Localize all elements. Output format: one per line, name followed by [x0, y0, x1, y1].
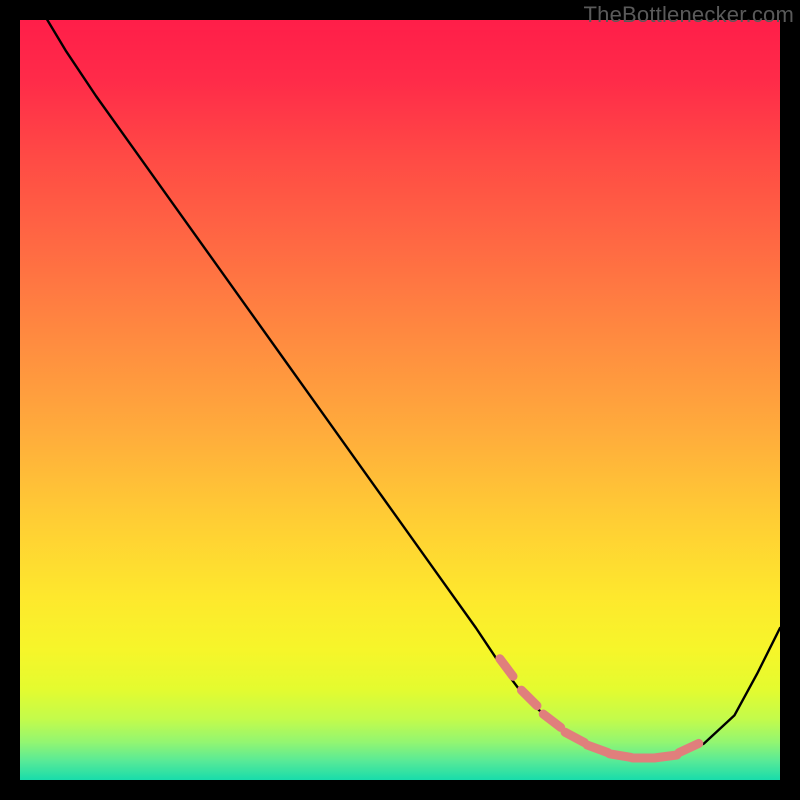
- watermark-text: TheBottlenecker.com: [584, 2, 794, 28]
- marker-dash: [679, 743, 699, 752]
- marker-dash: [521, 690, 537, 706]
- marker-dash: [500, 659, 513, 677]
- plot-area: [20, 20, 780, 780]
- marker-dash: [587, 745, 608, 753]
- optimal-range-markers: [500, 659, 699, 758]
- chart-frame: TheBottlenecker.com: [0, 0, 800, 800]
- marker-dash: [655, 755, 677, 758]
- marker-dash: [565, 732, 584, 742]
- bottleneck-curve: [43, 20, 780, 757]
- marker-dash: [543, 714, 560, 727]
- curve-layer: [20, 20, 780, 780]
